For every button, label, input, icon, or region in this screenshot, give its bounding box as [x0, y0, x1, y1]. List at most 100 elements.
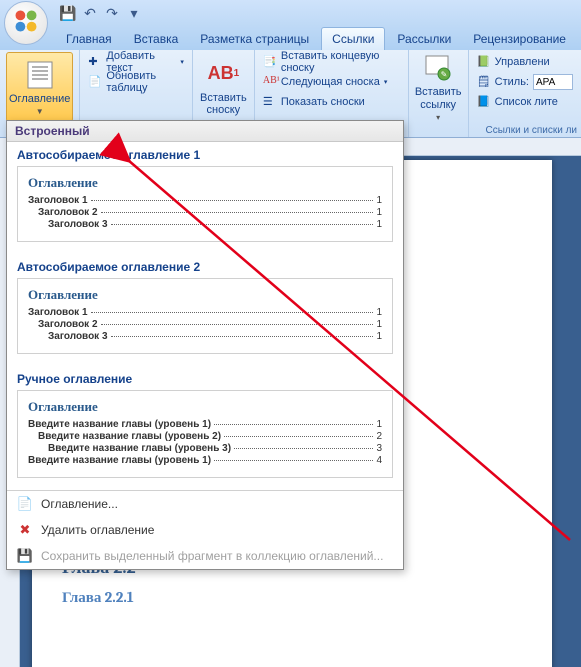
insert-citation-label: Вставить ссылку	[415, 86, 462, 110]
office-button[interactable]	[4, 1, 48, 45]
show-notes-icon: ☰	[263, 95, 277, 109]
preview-heading: Оглавление	[28, 175, 382, 191]
gallery-item-title: Автособираемое оглавление 1	[17, 148, 393, 162]
doc-heading[interactable]: Глава 2.2.1	[62, 588, 522, 607]
next-footnote-label: Следующая сноска	[281, 76, 380, 88]
tab-layout[interactable]: Разметка страницы	[190, 28, 319, 50]
toc-line-label: Заголовок 3	[48, 219, 108, 230]
qat-dropdown-icon[interactable]: ▾	[126, 5, 142, 21]
style-row: 🗒 Стиль:	[475, 72, 575, 92]
toc-preview-line: Введите название главы (уровень 2)2	[28, 431, 382, 442]
chevron-down-icon: ▾	[180, 58, 184, 66]
title-bar: 💾 ↶ ↷ ▾	[0, 0, 581, 26]
toc-button-label: Оглавление	[9, 93, 70, 105]
biblio-label: Список лите	[495, 96, 558, 108]
gallery-header-builtin: Встроенный	[7, 121, 403, 142]
gallery-item-auto2[interactable]: Автособираемое оглавление 2 Оглавление З…	[7, 254, 403, 366]
redo-icon[interactable]: ↷	[104, 5, 120, 21]
biblio-icon: 📘	[477, 95, 491, 109]
remove-toc-icon: ✖	[17, 522, 33, 538]
insert-endnote-label: Вставить концевую сноску	[281, 50, 400, 74]
gallery-item-auto1[interactable]: Автособираемое оглавление 1 Оглавление З…	[7, 142, 403, 254]
toc-preview-line: Заголовок 2 1	[28, 319, 382, 330]
toc-gallery: Встроенный Автособираемое оглавление 1 О…	[6, 120, 404, 570]
gallery-preview: Оглавление Введите название главы (урове…	[17, 390, 393, 478]
insert-toc-label: Оглавление...	[41, 497, 118, 511]
toc-line-page: 1	[376, 195, 382, 206]
toc-line-page: 1	[376, 207, 382, 218]
toc-line-label: Введите название главы (уровень 1)	[28, 455, 211, 466]
manage-sources-button[interactable]: 📗 Управлени	[475, 52, 575, 72]
toc-line-page: 4	[376, 455, 382, 466]
save-selection-icon: 💾	[17, 548, 33, 564]
bibliography-button[interactable]: 📘 Список лите	[475, 92, 575, 112]
update-table-icon: 📄	[88, 75, 102, 89]
ribbon-group-biblio: 📗 Управлени 🗒 Стиль: 📘 Список лите Ссылк…	[469, 50, 581, 137]
style-icon: 🗒	[477, 75, 491, 89]
insert-footnote-button[interactable]: AB1 Вставить сноску	[199, 52, 248, 122]
toc-line-label: Заголовок 3	[48, 331, 108, 342]
toc-preview-line: Заголовок 1 1	[28, 195, 382, 206]
insert-toc-menu[interactable]: 📄 Оглавление...	[7, 491, 403, 517]
toc-line-label: Заголовок 2	[38, 319, 98, 330]
gallery-footer: 📄 Оглавление... ✖ Удалить оглавление 💾 С…	[7, 490, 403, 569]
toc-line-label: Заголовок 1	[28, 195, 88, 206]
ribbon-group-citation-btn: ✎ Вставить ссылку ▾	[409, 50, 469, 137]
gallery-item-manual[interactable]: Ручное оглавление Оглавление Введите наз…	[7, 366, 403, 490]
toc-line-page: 3	[376, 443, 382, 454]
toc-line-page: 1	[376, 307, 382, 318]
show-notes-label: Показать сноски	[281, 96, 365, 108]
style-label: Стиль:	[495, 76, 529, 88]
undo-icon[interactable]: ↶	[82, 5, 98, 21]
office-logo-icon	[12, 7, 40, 40]
toc-line-label: Заголовок 1	[28, 307, 88, 318]
gallery-preview: Оглавление Заголовок 11Заголовок 21Загол…	[17, 278, 393, 354]
endnote-icon: 📑	[263, 55, 277, 69]
update-table-label: Обновить таблицу	[106, 70, 184, 94]
toc-button[interactable]: Оглавление ▼	[6, 52, 73, 122]
toc-line-page: 1	[376, 319, 382, 330]
insert-citation-button[interactable]: ✎ Вставить ссылку ▾	[415, 52, 462, 122]
gallery-item-title: Автособираемое оглавление 2	[17, 260, 393, 274]
chevron-down-icon: ▼	[36, 107, 44, 116]
update-table-button[interactable]: 📄 Обновить таблицу	[86, 72, 186, 92]
tab-insert[interactable]: Вставка	[124, 28, 189, 50]
footnote-icon: AB1	[207, 58, 239, 90]
preview-heading: Оглавление	[28, 399, 382, 415]
save-icon[interactable]: 💾	[60, 5, 76, 21]
tab-review[interactable]: Рецензирование	[463, 28, 576, 50]
tab-mailings[interactable]: Рассылки	[387, 28, 461, 50]
manage-icon: 📗	[477, 55, 491, 69]
style-select[interactable]	[533, 74, 573, 90]
remove-toc-menu[interactable]: ✖ Удалить оглавление	[7, 517, 403, 543]
tab-references[interactable]: Ссылки	[321, 27, 385, 50]
chevron-down-icon: ▾	[384, 78, 388, 86]
quick-access-toolbar: 💾 ↶ ↷ ▾	[60, 5, 142, 21]
toc-line-label: Заголовок 2	[38, 207, 98, 218]
insert-footnote-label: Вставить сноску	[200, 92, 247, 116]
save-selection-menu: 💾 Сохранить выделенный фрагмент в коллек…	[7, 543, 403, 569]
add-text-button[interactable]: ✚ Добавить текст ▾	[86, 52, 186, 72]
svg-text:✎: ✎	[441, 70, 448, 79]
remove-toc-label: Удалить оглавление	[41, 523, 154, 537]
citation-icon: ✎	[422, 52, 454, 84]
toc-dialog-icon: 📄	[17, 496, 33, 512]
show-notes-button[interactable]: ☰ Показать сноски	[261, 92, 402, 112]
toc-preview-line: Заголовок 3 1	[28, 331, 382, 342]
toc-line-page: 1	[376, 419, 382, 430]
toc-line-label: Введите название главы (уровень 2)	[38, 431, 221, 442]
toc-preview-line: Заголовок 3 1	[28, 219, 382, 230]
preview-heading: Оглавление	[28, 287, 382, 303]
toc-icon	[24, 59, 56, 91]
manage-label: Управлени	[495, 56, 550, 68]
next-footnote-button[interactable]: AB¹ Следующая сноска ▾	[261, 72, 402, 92]
toc-line-label: Введите название главы (уровень 1)	[28, 419, 211, 430]
toc-line-page: 1	[376, 331, 382, 342]
save-selection-label: Сохранить выделенный фрагмент в коллекци…	[41, 549, 383, 563]
insert-endnote-button[interactable]: 📑 Вставить концевую сноску	[261, 52, 402, 72]
toc-preview-line: Введите название главы (уровень 1) 1	[28, 419, 382, 430]
toc-line-page: 1	[376, 219, 382, 230]
next-footnote-icon: AB¹	[263, 75, 277, 89]
toc-preview-line: Введите название главы (уровень 3)3	[28, 443, 382, 454]
tab-home[interactable]: Главная	[56, 28, 122, 50]
